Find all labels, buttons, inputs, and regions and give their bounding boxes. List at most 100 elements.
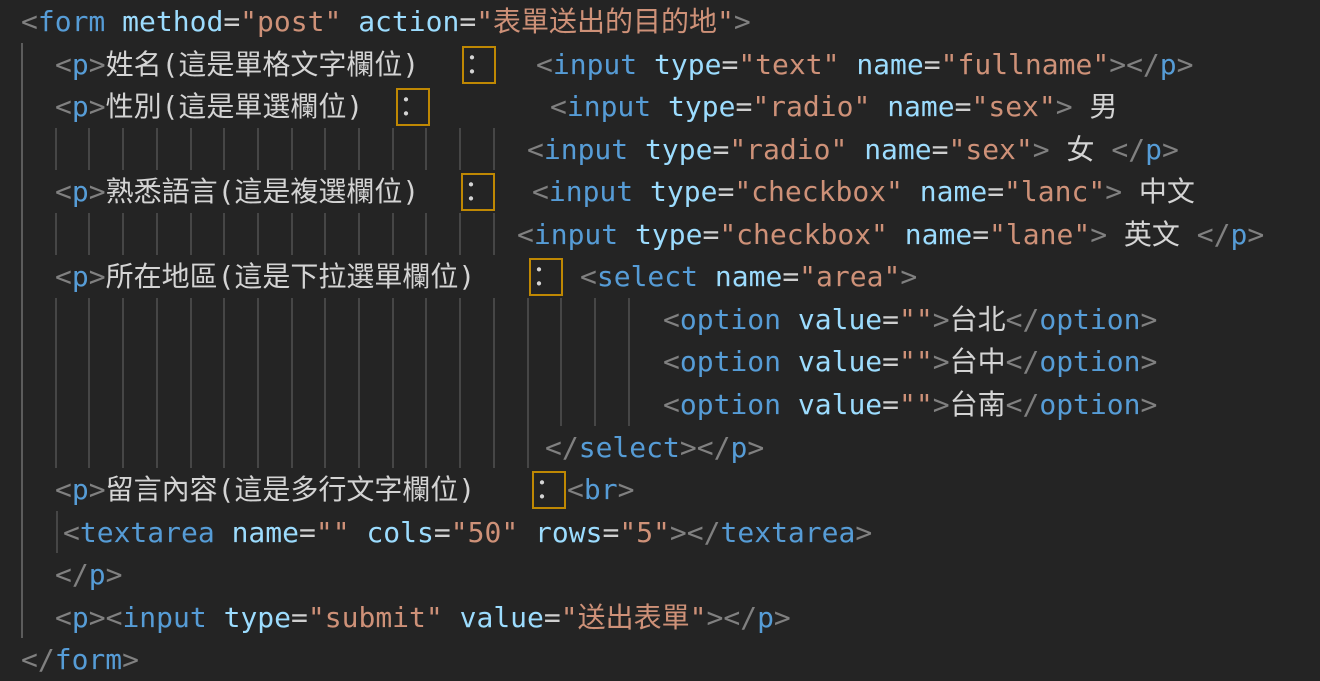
indent-guide [594,298,596,341]
code-line[interactable]: </form> [0,638,1320,681]
indent-guide [594,383,596,426]
code-line[interactable]: <p><input type="submit" value="送出表單"></p… [0,596,1320,639]
code-segment: </select></p> [545,426,764,469]
code-line[interactable]: <form method="post" action="表單送出的目的地"> [0,0,1320,43]
code-editor[interactable]: <form method="post" action="表單送出的目的地"><p… [0,0,1320,681]
indent-guide [190,426,192,469]
code-line[interactable]: <textarea name="" cols="50" rows="5"></t… [0,511,1320,554]
indent-guide [21,298,23,341]
indent-guide [21,596,23,639]
token-punctuation: > [1109,48,1126,81]
indent-guide [223,426,225,469]
token-equals: = [932,133,949,166]
code-line[interactable]: <p>熟悉語言(這是複選欄位)：<input type="checkbox" n… [0,170,1320,213]
token-punctuation: > [89,90,106,123]
token-attribute-name: type [650,175,717,208]
indent-guide [493,298,495,341]
token-text: ： [535,472,563,505]
code-line[interactable]: <input type="radio" name="sex"> 女 </p> [0,128,1320,171]
token-punctuation: < [21,5,38,38]
code-line[interactable]: </select></p> [0,426,1320,469]
indent-guide [459,340,461,383]
token-attribute-name: type [668,90,735,123]
token-punctuation: > [933,345,950,378]
token-tag-name: input [549,175,633,208]
indent-guide [291,128,293,171]
indent-guide [88,426,90,469]
token-punctuation: > [706,601,723,634]
token-equals: = [223,5,240,38]
token-punctuation: </ [687,516,721,549]
token-punctuation: </ [21,643,55,676]
code-segment: <form method="post" action="表單送出的目的地"> [21,0,751,43]
token-tag-name: p [72,260,89,293]
token-text [443,601,460,634]
code-line[interactable]: <p>所在地區(這是下拉選單欄位)：<select name="area"> [0,255,1320,298]
token-text [847,133,864,166]
indent-guide [628,298,630,341]
token-text [637,48,654,81]
code-segment: <p>熟悉語言(這是複選欄位) [55,170,419,213]
token-punctuation: > [618,473,635,506]
token-punctuation: < [550,90,567,123]
token-attribute-name: name [232,516,299,549]
token-tag-name: p [1145,133,1162,166]
indent-guide [21,213,23,256]
indent-guide [223,298,225,341]
token-punctuation: < [55,260,72,293]
token-text [350,516,367,549]
token-string: "fullname" [941,48,1110,81]
token-punctuation: > [1033,133,1050,166]
indent-guide [88,298,90,341]
token-text: 台北 [950,303,1006,336]
token-text: ： [399,89,427,122]
indent-guide [425,298,427,341]
indent-guide [21,43,23,86]
indent-guide [21,255,23,298]
indent-guide [493,426,495,469]
code-line[interactable]: <option value="">台南</option> [0,383,1320,426]
token-punctuation: > [855,516,872,549]
code-segment: <input type="text" name="fullname"></p> [536,43,1194,86]
token-equals: = [712,133,729,166]
code-line[interactable]: <p>姓名(這是單格文字欄位)：<input type="text" name=… [0,43,1320,86]
token-tag-name: option [680,388,781,421]
indent-guide [190,298,192,341]
token-text: 姓名(這是單格文字欄位) [106,48,420,81]
unicode-highlight-box: ： [396,88,430,126]
token-text: 熟悉語言(這是複選欄位) [106,175,420,208]
token-attribute-name: name [864,133,931,166]
code-segment: <option value="">台南</option> [663,383,1157,426]
code-line[interactable]: <option value="">台中</option> [0,340,1320,383]
token-tag-name: option [1039,388,1140,421]
code-line[interactable]: <option value="">台北</option> [0,298,1320,341]
token-equals: = [972,218,989,251]
token-punctuation: > [774,601,791,634]
code-segment: <input type="checkbox" name="lane"> 英文 <… [517,213,1264,256]
token-text: 台南 [950,388,1006,421]
indent-guide [291,383,293,426]
token-equals: = [544,601,561,634]
token-string: "sex" [948,133,1032,166]
token-punctuation: < [55,175,72,208]
indent-guide [324,298,326,341]
code-line[interactable]: <p>性別(這是單選欄位)：<input type="radio" name="… [0,85,1320,128]
indent-guide [425,128,427,171]
code-line[interactable]: <input type="checkbox" name="lane"> 英文 <… [0,213,1320,256]
token-text [651,90,668,123]
code-segment: <p>姓名(這是單格文字欄位) [55,43,419,86]
token-text: 男 [1073,90,1118,123]
indent-guide [21,553,23,596]
code-line[interactable]: </p> [0,553,1320,596]
indent-guide [156,298,158,341]
unicode-highlight-box: ： [529,258,563,296]
token-punctuation: </ [723,601,757,634]
indent-guide [156,128,158,171]
token-tag-name: form [38,5,105,38]
indent-guide [459,128,461,171]
indent-guide [190,340,192,383]
token-text [618,218,635,251]
token-tag-name: p [1160,48,1177,81]
indent-guide [21,85,23,128]
code-line[interactable]: <p>留言內容(這是多行文字欄位)：<br> [0,468,1320,511]
